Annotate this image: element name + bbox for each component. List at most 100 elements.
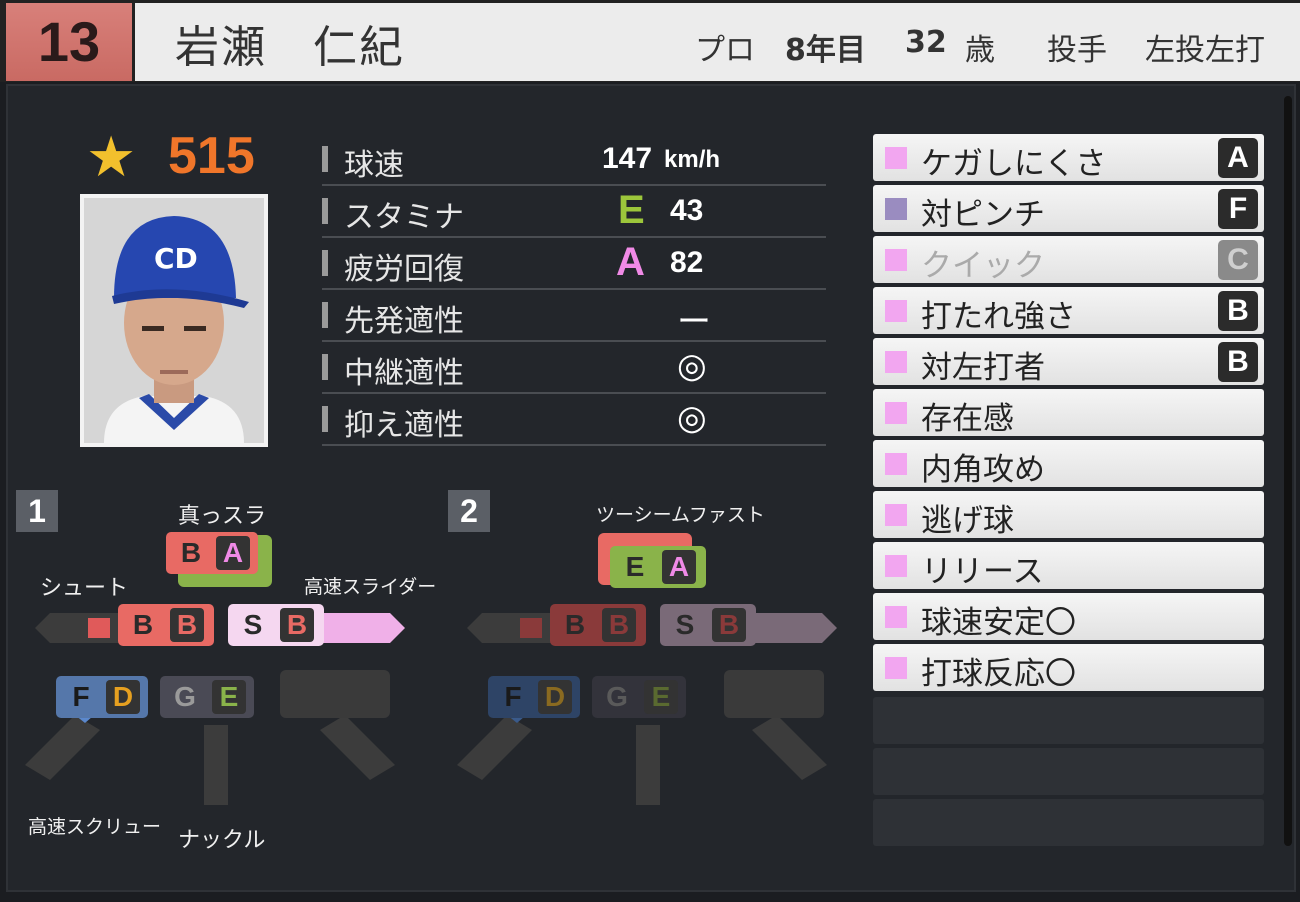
pitch-chip: GE	[160, 676, 254, 718]
stat-label: スタミナ	[344, 200, 464, 235]
stat-stamina: スタミナ E 43	[322, 186, 826, 238]
player-photo: CD	[80, 194, 268, 447]
pitch-grade: E	[625, 551, 645, 582]
pitch-label-bottom-left: 高速スクリュー	[28, 816, 162, 838]
svg-text:CD: CD	[154, 242, 198, 275]
pitch-grade: A	[662, 550, 696, 584]
skill-name: ケガしにくさ	[921, 146, 1107, 182]
overall-rating: 515	[168, 127, 255, 185]
skill-name: 対左打者	[921, 350, 1045, 386]
stat-closer: 抑え適性 ◎	[322, 394, 826, 446]
pitch-grade: F	[72, 681, 90, 712]
pitch-grade: E	[212, 680, 246, 714]
scrollbar[interactable]	[1284, 96, 1292, 846]
pro-label: プロ	[695, 33, 755, 68]
pitch-grade: B	[170, 608, 204, 642]
pitch-grade: F	[504, 681, 522, 712]
aptitude-mark: ◎	[677, 346, 707, 386]
pitch-grade: G	[174, 681, 196, 712]
pitch-grade: S	[675, 609, 695, 640]
pitch-grade: B	[712, 608, 746, 642]
pitch-grade: B	[280, 608, 314, 642]
pitch-grade: B	[564, 609, 586, 640]
player-name: 岩瀬 仁紀	[175, 22, 405, 73]
stat-grade: A	[616, 240, 645, 284]
skill-name: リリース	[921, 554, 1044, 590]
pitch-grade: G	[606, 681, 628, 712]
skill-item[interactable]: クイック C	[873, 236, 1264, 284]
stat-velocity: 球速 147 km/h	[322, 134, 826, 186]
stat-recovery: 疲労回復 A 82	[322, 238, 826, 290]
stat-value: 82	[670, 246, 704, 279]
skill-name: 存在感	[921, 401, 1014, 437]
skill-name: 内角攻め	[921, 452, 1045, 488]
pitch-grade: D	[538, 680, 572, 714]
pitch-chip: EA	[610, 546, 706, 588]
stat-unit: km/h	[664, 146, 721, 173]
skill-slot-empty	[873, 697, 1264, 744]
pitch-label-bottom: ナックル	[178, 828, 266, 853]
skill-marker-icon	[885, 147, 907, 169]
pitch-grade: A	[216, 536, 250, 570]
stat-grade: E	[618, 188, 645, 232]
skill-rank: B	[1218, 342, 1258, 382]
pitch-chip: SB	[660, 604, 756, 646]
age: 32	[905, 25, 947, 60]
aptitude-mark: ー	[677, 302, 711, 342]
skill-name: 対ピンチ	[921, 197, 1045, 233]
stat-label: 中継適性	[344, 356, 464, 391]
uniform-number: 13	[6, 3, 132, 81]
skill-item[interactable]: 対ピンチ F	[873, 185, 1264, 233]
skill-marker-icon	[885, 402, 907, 424]
pitch-chip: BB	[118, 604, 214, 646]
skill-marker-icon	[885, 198, 907, 220]
skill-marker-icon	[885, 657, 907, 679]
skill-marker-icon	[885, 300, 907, 322]
skill-marker-icon	[885, 351, 907, 373]
pitch-chip: FD	[488, 676, 580, 718]
stat-label: 疲労回復	[344, 252, 464, 287]
skill-item[interactable]: 対左打者 B	[873, 338, 1264, 386]
pitch-grade: D	[106, 680, 140, 714]
pitch-chip: BB	[550, 604, 646, 646]
pitch-label-top: ツーシームファスト	[596, 504, 765, 526]
aptitude-mark: ◎	[677, 398, 707, 438]
skill-rank: B	[1218, 291, 1258, 331]
skill-marker-icon	[885, 453, 907, 475]
pitch-grade: B	[602, 608, 636, 642]
skill-item[interactable]: 打たれ強さ B	[873, 287, 1264, 335]
skill-slot-empty	[873, 799, 1264, 846]
skill-rank: A	[1218, 138, 1258, 178]
age-unit: 歳	[965, 33, 995, 68]
skill-item[interactable]: リリース	[873, 542, 1264, 590]
stat-label: 抑え適性	[344, 408, 464, 443]
skill-marker-icon	[885, 606, 907, 628]
pitch-chip: SB	[228, 604, 324, 646]
skill-item[interactable]: 球速安定〇	[873, 593, 1264, 641]
skill-item[interactable]: ケガしにくさ A	[873, 134, 1264, 182]
stat-starter: 先発適性 ー	[322, 290, 826, 342]
skill-item[interactable]: 打球反応〇	[873, 644, 1264, 692]
skill-name: 打球反応〇	[921, 656, 1076, 692]
stat-label: 先発適性	[344, 304, 464, 339]
skill-marker-icon	[885, 555, 907, 577]
skill-slot-empty	[873, 748, 1264, 795]
skill-name: 球速安定〇	[921, 605, 1076, 641]
star-icon: ★	[86, 125, 137, 190]
skill-item[interactable]: 逃げ球	[873, 491, 1264, 539]
skill-name: クイック	[921, 248, 1045, 284]
pitch-chip: BA	[166, 532, 258, 574]
skill-item[interactable]: 存在感	[873, 389, 1264, 437]
skill-item[interactable]: 内角攻め	[873, 440, 1264, 488]
skill-marker-icon	[885, 249, 907, 271]
skill-rank: F	[1218, 189, 1258, 229]
pitch-chip: GE	[592, 676, 686, 718]
pro-years: 8年目	[785, 33, 866, 68]
position: 投手	[1047, 33, 1107, 68]
pitch-chip: FD	[56, 676, 148, 718]
stat-label: 球速	[344, 148, 404, 183]
stat-value: 43	[670, 194, 704, 227]
name-bar: 岩瀬 仁紀 プロ 8年目 32 歳 投手 左投左打	[135, 3, 1300, 81]
pitch-grade: E	[644, 680, 678, 714]
stat-reliever: 中継適性 ◎	[322, 342, 826, 394]
